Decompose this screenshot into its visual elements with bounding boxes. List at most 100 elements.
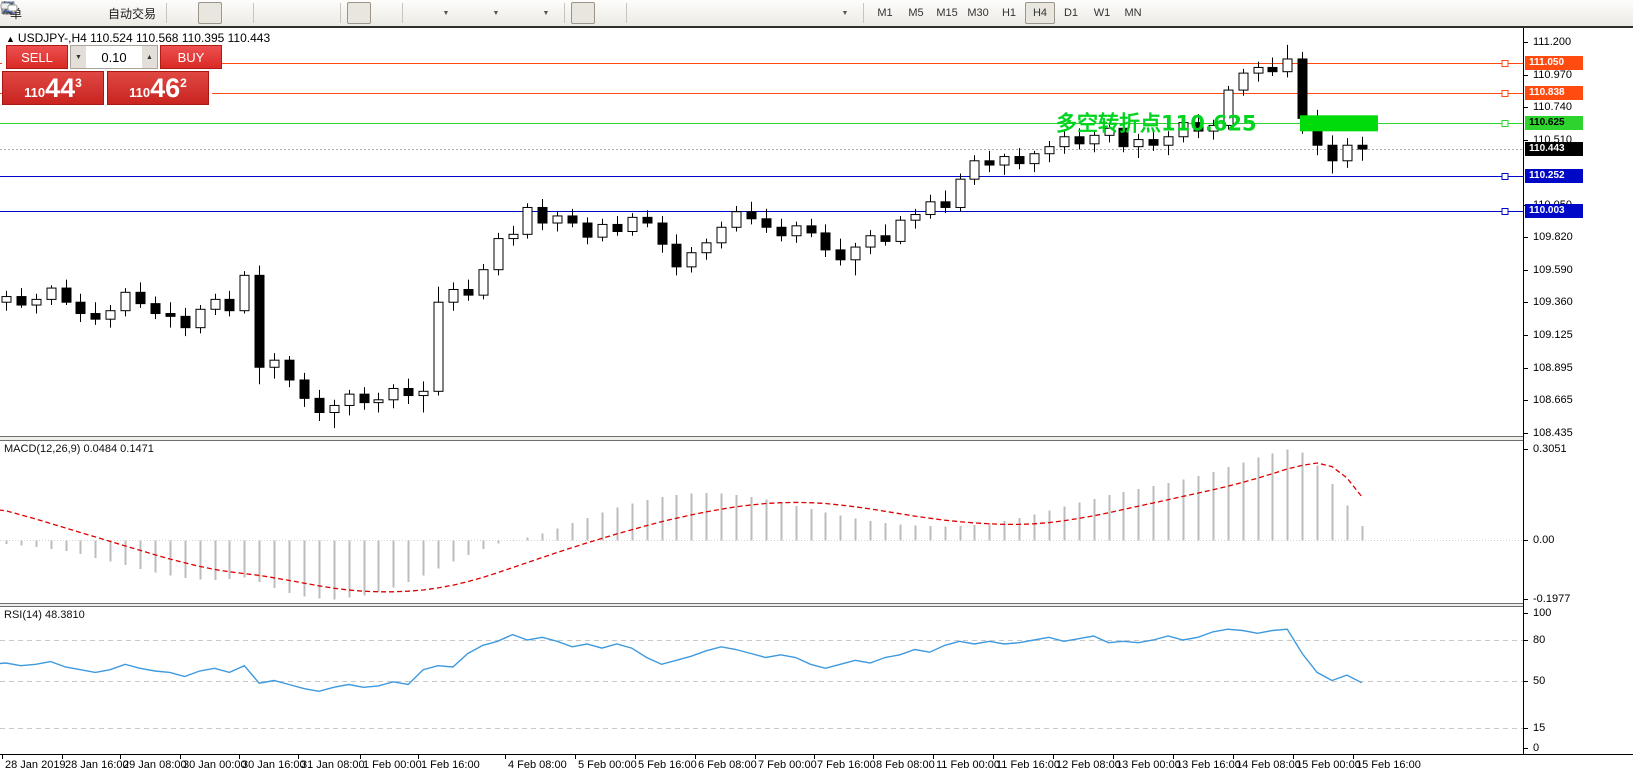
time-label: 13 Feb 16:00 bbox=[1176, 759, 1241, 771]
time-tick bbox=[180, 755, 181, 759]
line-chart-button[interactable] bbox=[223, 2, 247, 24]
chart-shift-button[interactable] bbox=[372, 2, 396, 24]
price-tick-label: 109.360 bbox=[1533, 296, 1573, 308]
sell-price-box[interactable]: 110443 bbox=[2, 71, 104, 105]
templates-button[interactable] bbox=[509, 2, 533, 24]
timeframe-m15[interactable]: M15 bbox=[932, 2, 962, 24]
time-tick bbox=[695, 755, 696, 759]
green-highlight-box[interactable] bbox=[1300, 115, 1378, 131]
macd-label: MACD(12,26,9) 0.0484 0.1471 bbox=[4, 443, 154, 455]
bar-chart-button[interactable] bbox=[173, 2, 197, 24]
cursor-button[interactable] bbox=[571, 2, 595, 24]
buy-button[interactable]: BUY bbox=[160, 45, 222, 69]
arrows-dropdown[interactable]: ▼ bbox=[833, 2, 857, 24]
timeframe-h1[interactable]: H1 bbox=[994, 2, 1024, 24]
periods-dropdown[interactable]: ▼ bbox=[484, 2, 508, 24]
price-tick bbox=[1524, 302, 1528, 303]
toolbar-group-zoom bbox=[260, 2, 334, 24]
indicators-button[interactable] bbox=[409, 2, 433, 24]
autotrading-button[interactable]: 自动交易 bbox=[104, 2, 160, 24]
collapse-arrow-icon[interactable]: ▲ bbox=[6, 34, 15, 44]
toolbar-group-scroll bbox=[347, 2, 396, 24]
toolbar-separator bbox=[166, 3, 167, 23]
rsi-tick bbox=[1524, 748, 1528, 749]
tile-windows-button[interactable] bbox=[310, 2, 334, 24]
macd-tick bbox=[1524, 449, 1528, 450]
price-chart-canvas[interactable]: 多空转折点110.625 bbox=[0, 28, 1523, 436]
sell-button[interactable]: SELL bbox=[6, 45, 68, 69]
profiles-button[interactable] bbox=[54, 2, 78, 24]
timeframe-w1[interactable]: W1 bbox=[1087, 2, 1117, 24]
mt4-window: 单 自动交易 bbox=[0, 0, 1633, 774]
time-tick bbox=[814, 755, 815, 759]
level-lines[interactable] bbox=[0, 61, 1523, 215]
arrows-button[interactable] bbox=[808, 2, 832, 24]
price-level-tag: 110.625 bbox=[1525, 116, 1583, 130]
fibonacci-button[interactable]: F bbox=[733, 2, 757, 24]
candlestick-chart-button[interactable] bbox=[198, 2, 222, 24]
vertical-line-button[interactable] bbox=[633, 2, 657, 24]
time-label: 12 Feb 08:00 bbox=[1056, 759, 1121, 771]
price-level-tag: 110.003 bbox=[1525, 204, 1583, 218]
timeframe-m1[interactable]: M1 bbox=[870, 2, 900, 24]
equidistant-channel-button[interactable]: E bbox=[708, 2, 732, 24]
time-label: 15 Feb 16:00 bbox=[1356, 759, 1421, 771]
periods-button[interactable] bbox=[459, 2, 483, 24]
price-level-tag: 111.050 bbox=[1525, 56, 1583, 70]
price-tick bbox=[1524, 107, 1528, 108]
timeframe-mn[interactable]: MN bbox=[1118, 2, 1148, 24]
trendline-button[interactable] bbox=[683, 2, 707, 24]
auto-scroll-button[interactable] bbox=[347, 2, 371, 24]
time-axis[interactable]: 28 Jan 201928 Jan 16:0029 Jan 08:0030 Ja… bbox=[0, 754, 1633, 774]
timeframe-m30[interactable]: M30 bbox=[963, 2, 993, 24]
templates-dropdown[interactable]: ▼ bbox=[534, 2, 558, 24]
timeframe-m5[interactable]: M5 bbox=[901, 2, 931, 24]
rsi-pane[interactable]: RSI(14) 48.3810 bbox=[0, 607, 1523, 754]
main-price-pane[interactable]: 多空转折点110.625 ▲USDJPY-,H4 110.524 110.568… bbox=[0, 28, 1523, 436]
price-tick-label: 108.435 bbox=[1533, 427, 1573, 439]
toolbar-group-cursor bbox=[571, 2, 620, 24]
navigator-button[interactable] bbox=[79, 2, 103, 24]
macd-signal-line bbox=[0, 463, 1362, 592]
chart-title: ▲USDJPY-,H4 110.524 110.568 110.395 110.… bbox=[6, 31, 270, 45]
macd-canvas[interactable] bbox=[0, 441, 1523, 603]
buy-price-prefix: 110 bbox=[129, 85, 150, 100]
volume-input[interactable]: 0.10 bbox=[86, 46, 142, 68]
time-label: 30 Jan 16:00 bbox=[242, 759, 306, 771]
timeframe-d1[interactable]: D1 bbox=[1056, 2, 1086, 24]
horizontal-line-button[interactable] bbox=[658, 2, 682, 24]
indicators-dropdown[interactable]: ▼ bbox=[434, 2, 458, 24]
volume-stepper: ▼ 0.10 ▲ bbox=[70, 45, 158, 69]
time-tick bbox=[1113, 755, 1114, 759]
new-chart-button[interactable] bbox=[29, 2, 53, 24]
zoom-out-button[interactable] bbox=[285, 2, 309, 24]
one-click-trading-panel: SELL ▼ 0.10 ▲ BUY 110443 110462 bbox=[2, 45, 212, 107]
crosshair-button[interactable] bbox=[596, 2, 620, 24]
text-label-button[interactable]: T bbox=[783, 2, 807, 24]
search-button[interactable] bbox=[1580, 2, 1604, 24]
rsi-canvas[interactable] bbox=[0, 607, 1523, 754]
price-tick bbox=[1524, 75, 1528, 76]
price-axis[interactable]: 111.200110.970110.740110.510110.050109.8… bbox=[1523, 28, 1633, 754]
time-label: 29 Jan 08:00 bbox=[123, 759, 187, 771]
price-tick-label: 109.125 bbox=[1533, 329, 1573, 341]
chat-button[interactable] bbox=[1605, 2, 1629, 24]
volume-increase-button[interactable]: ▲ bbox=[142, 46, 157, 68]
turning-point-annotation[interactable]: 多空转折点110.625 bbox=[1056, 111, 1257, 135]
macd-pane[interactable]: MACD(12,26,9) 0.0484 0.1471 bbox=[0, 441, 1523, 603]
volume-decrease-button[interactable]: ▼ bbox=[71, 46, 86, 68]
rsi-tick bbox=[1524, 613, 1528, 614]
text-button[interactable]: A bbox=[758, 2, 782, 24]
sell-price-big: 44 bbox=[45, 75, 75, 102]
macd-tick-label: -0.1977 bbox=[1533, 593, 1570, 605]
toolbar-group-chart-type bbox=[173, 2, 247, 24]
timeframe-h4[interactable]: H4 bbox=[1025, 2, 1055, 24]
toolbar-separator bbox=[340, 3, 341, 23]
price-tick-label: 110.740 bbox=[1533, 101, 1572, 113]
buy-price-box[interactable]: 110462 bbox=[107, 71, 209, 105]
price-tick bbox=[1524, 335, 1528, 336]
time-tick bbox=[755, 755, 756, 759]
toolbar-separator bbox=[863, 3, 864, 23]
zoom-in-button[interactable] bbox=[260, 2, 284, 24]
time-label: 13 Feb 00:00 bbox=[1116, 759, 1181, 771]
